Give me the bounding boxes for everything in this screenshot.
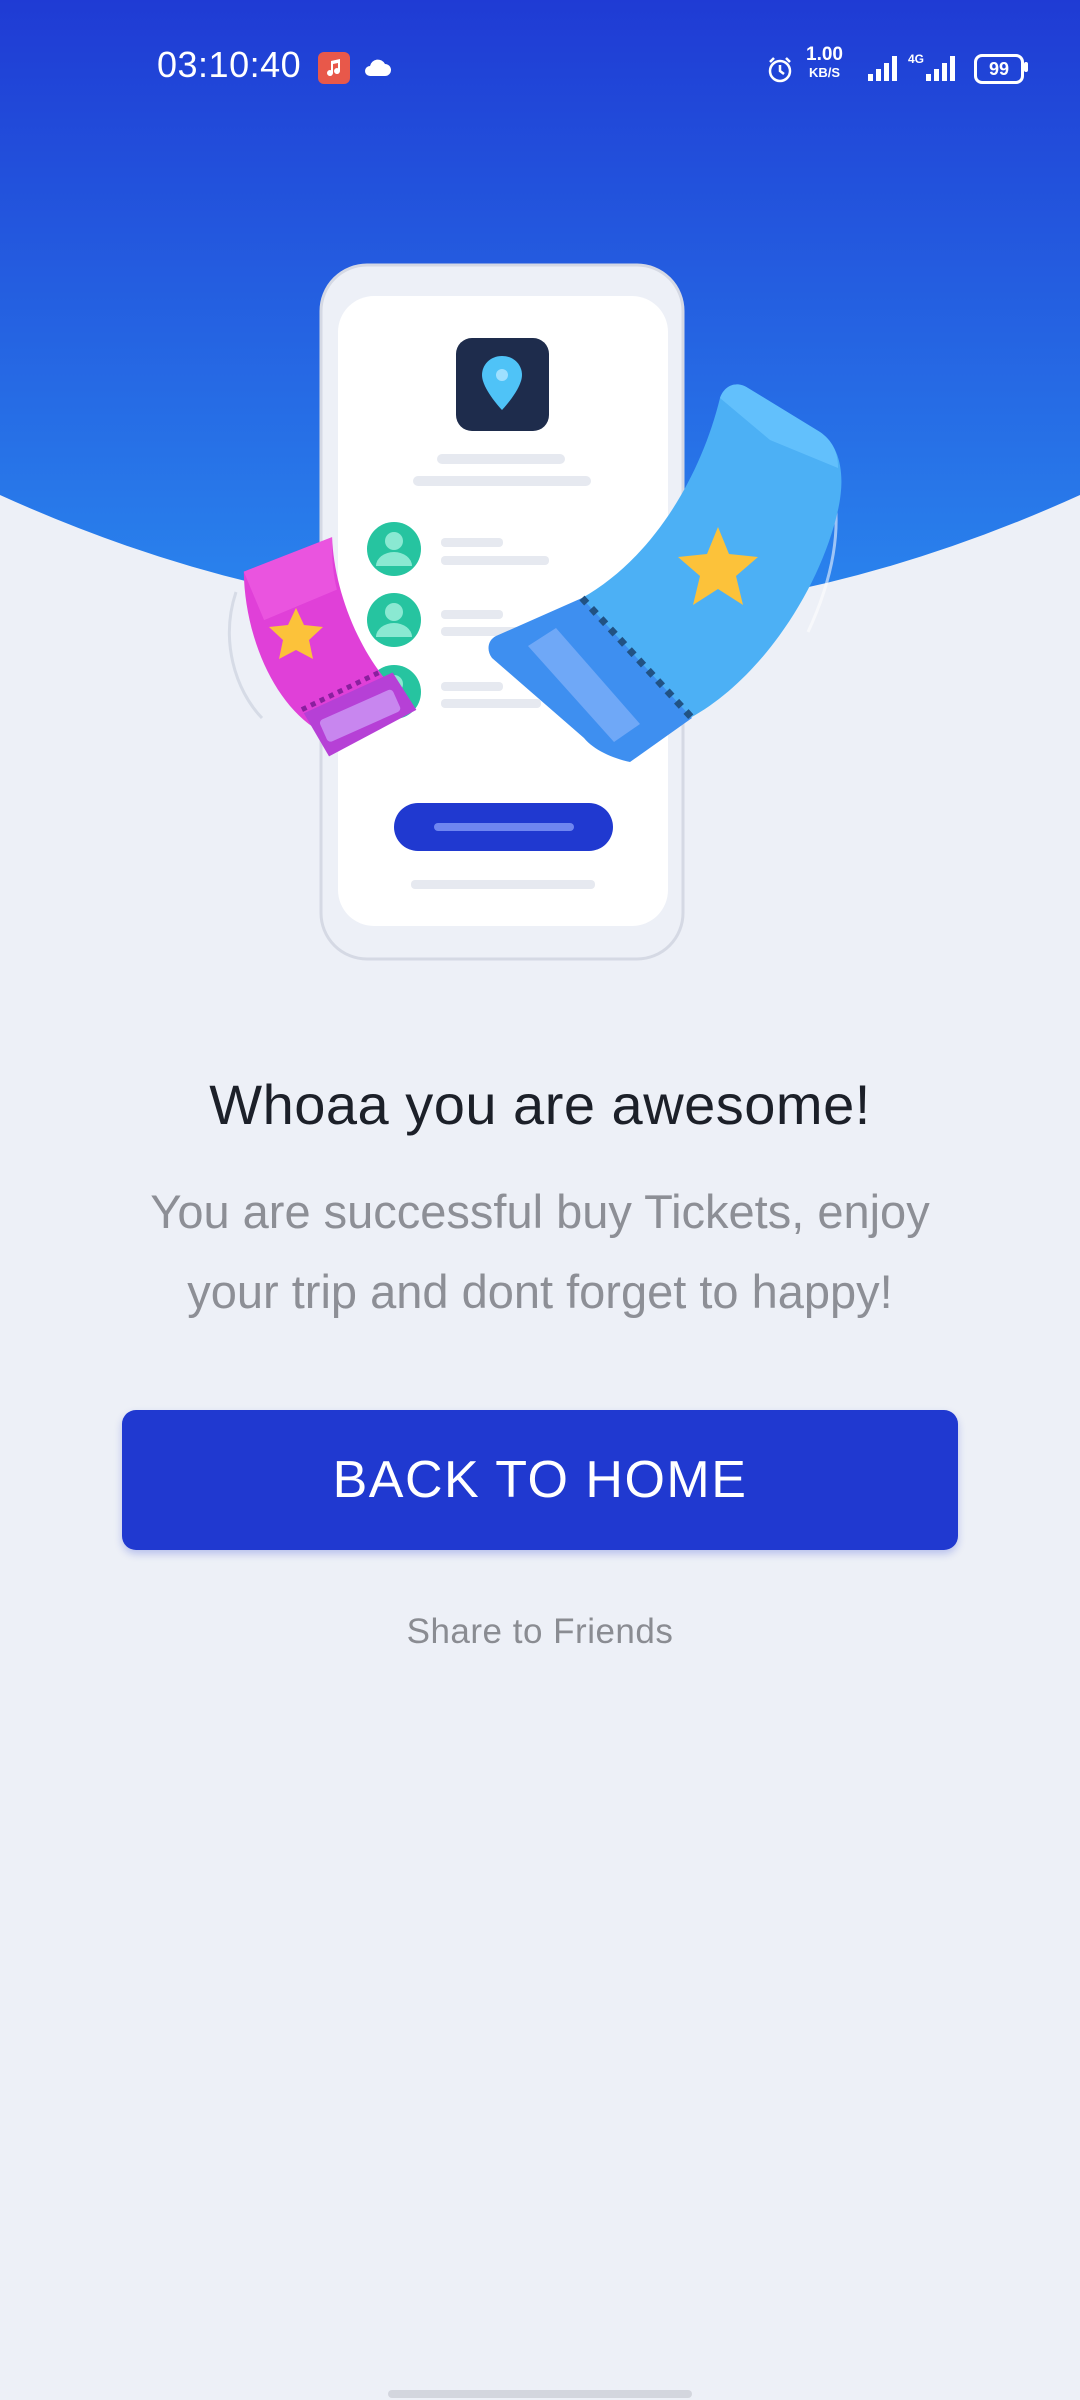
back-to-home-button[interactable]: BACK TO HOME [122, 1410, 958, 1550]
share-to-friends-link[interactable]: Share to Friends [0, 1612, 1080, 1652]
success-message: You are successful buy Tickets, enjoy yo… [150, 1185, 930, 1318]
success-title: Whoaa you are awesome! [209, 1073, 871, 1136]
home-indicator[interactable] [388, 2390, 692, 2398]
success-illustration [228, 263, 842, 961]
